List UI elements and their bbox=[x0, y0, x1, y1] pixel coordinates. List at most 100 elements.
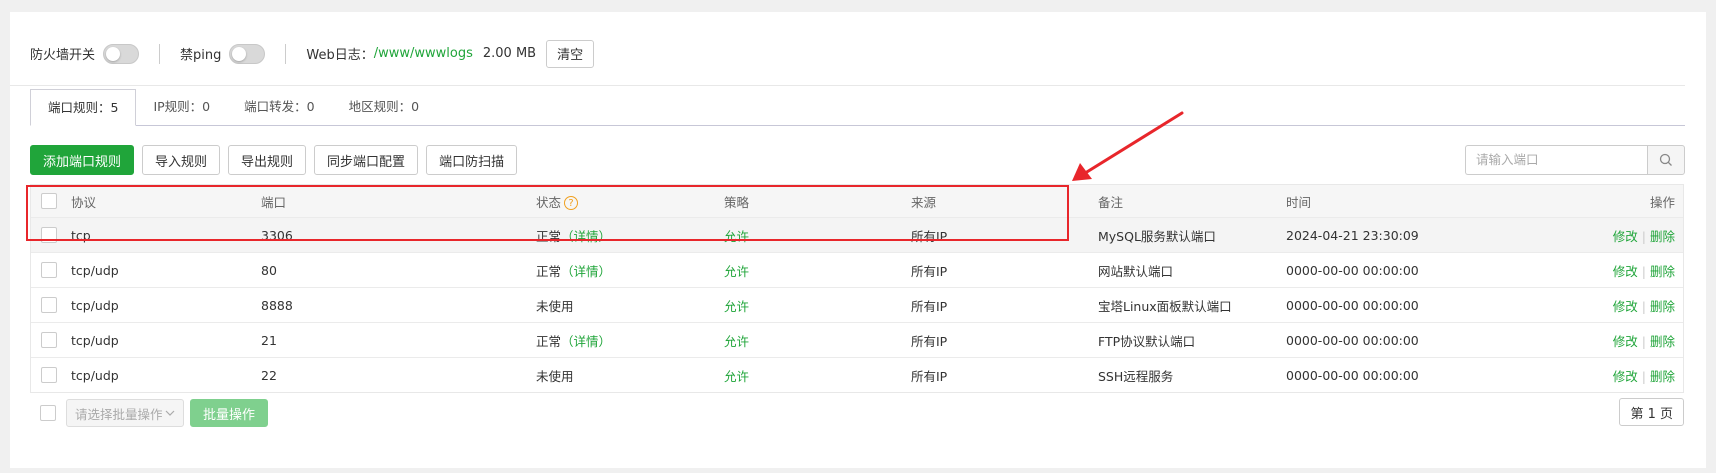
delete-link[interactable]: 删除 bbox=[1650, 264, 1675, 279]
edit-link[interactable]: 修改 bbox=[1613, 264, 1638, 279]
table-row: tcp/udp 80 正常（详情） 允许 所有IP 网站默认端口 0000-00… bbox=[31, 253, 1683, 288]
header-operation: 操作 bbox=[1649, 194, 1675, 210]
op-separator: | bbox=[1641, 263, 1646, 279]
row-protocol: tcp/udp bbox=[71, 332, 119, 348]
ping-toggle[interactable] bbox=[229, 43, 266, 64]
add-port-rule-button[interactable]: 添加端口规则 bbox=[30, 145, 135, 175]
row-checkbox[interactable] bbox=[41, 332, 57, 349]
batch-operation-button[interactable]: 批量操作 bbox=[190, 399, 269, 427]
edit-link[interactable]: 修改 bbox=[1613, 334, 1638, 349]
search-input[interactable]: 请输入端口 bbox=[1465, 145, 1647, 175]
clear-log-button[interactable]: 清空 bbox=[546, 39, 595, 68]
port-scan-protection-button[interactable]: 端口防扫描 bbox=[426, 145, 518, 175]
row-detail-link[interactable]: （详情） bbox=[561, 334, 611, 349]
sync-port-config-button[interactable]: 同步端口配置 bbox=[314, 145, 419, 175]
row-source: 所有IP bbox=[911, 333, 948, 349]
header-policy: 策略 bbox=[724, 194, 750, 210]
firewall-toolbar: 防火墙开关 禁ping Web日志： /www/wwwlogs 2.00 MB … bbox=[10, 32, 1685, 86]
row-status-text: 未使用 bbox=[536, 298, 574, 314]
row-protocol: tcp/udp bbox=[71, 262, 119, 278]
firewall-toggle[interactable] bbox=[103, 43, 140, 64]
header-source: 来源 bbox=[911, 194, 937, 210]
weblog-label: Web日志： bbox=[306, 48, 374, 63]
row-time: 0000-00-00 00:00:00 bbox=[1286, 262, 1419, 278]
row-checkbox[interactable] bbox=[41, 227, 57, 244]
select-all-checkbox[interactable] bbox=[41, 193, 57, 210]
row-remark: 网站默认端口 bbox=[1098, 263, 1174, 279]
row-status-text: 正常 bbox=[536, 228, 562, 244]
op-separator: | bbox=[1641, 368, 1646, 384]
row-remark: MySQL服务默认端口 bbox=[1098, 228, 1216, 244]
table-row: tcp 3306 正常（详情） 允许 所有IP MySQL服务默认端口 2024… bbox=[31, 218, 1683, 253]
row-status: 正常（详情） bbox=[536, 226, 724, 245]
batch-bar: 请选择批量操作 批量操作 第 1 页 bbox=[30, 398, 1684, 428]
row-operations: 修改 | 删除 bbox=[1486, 366, 1683, 385]
row-policy: 允许 bbox=[724, 298, 750, 314]
table-row: tcp/udp 8888 未使用 允许 所有IP 宝塔Linux面板默认端口 0… bbox=[31, 288, 1683, 323]
firewall-switch-group: 防火墙开关 bbox=[30, 43, 140, 64]
header-status-label: 状态 bbox=[536, 194, 562, 210]
edit-link[interactable]: 修改 bbox=[1613, 229, 1638, 244]
delete-link[interactable]: 删除 bbox=[1650, 334, 1675, 349]
row-remark: SSH远程服务 bbox=[1098, 368, 1174, 384]
row-source: 所有IP bbox=[911, 228, 948, 244]
row-detail-link[interactable]: （详情） bbox=[561, 264, 611, 279]
row-checkbox[interactable] bbox=[41, 367, 57, 384]
table-row: tcp/udp 22 未使用 允许 所有IP SSH远程服务 0000-00-0… bbox=[31, 358, 1683, 392]
import-rules-button[interactable]: 导入规则 bbox=[142, 145, 221, 175]
tab-ip-rules[interactable]: IP规则：0 bbox=[136, 89, 227, 125]
tab-region-rules[interactable]: 地区规则：0 bbox=[332, 89, 436, 125]
row-policy: 允许 bbox=[724, 368, 750, 384]
row-time: 2024-04-21 23:30:09 bbox=[1286, 227, 1419, 243]
row-status: 正常（详情） bbox=[536, 331, 724, 350]
batch-select-all-checkbox[interactable] bbox=[40, 405, 56, 421]
row-source: 所有IP bbox=[911, 298, 948, 314]
port-search: 请输入端口 bbox=[1465, 145, 1685, 175]
export-rules-button[interactable]: 导出规则 bbox=[228, 145, 307, 175]
tab-port-rules[interactable]: 端口规则：5 bbox=[30, 89, 137, 126]
table-row: tcp/udp 21 正常（详情） 允许 所有IP FTP协议默认端口 0000… bbox=[31, 323, 1683, 358]
header-protocol: 协议 bbox=[71, 194, 97, 210]
row-port: 80 bbox=[261, 262, 277, 278]
edit-link[interactable]: 修改 bbox=[1613, 369, 1638, 384]
search-button[interactable] bbox=[1647, 145, 1685, 175]
batch-select-placeholder: 请选择批量操作 bbox=[75, 406, 163, 422]
row-policy: 允许 bbox=[724, 263, 750, 279]
row-protocol: tcp bbox=[71, 227, 91, 243]
divider bbox=[285, 43, 287, 64]
row-status: 未使用 bbox=[536, 296, 724, 315]
row-remark: 宝塔Linux面板默认端口 bbox=[1098, 298, 1232, 314]
batch-operation-select[interactable]: 请选择批量操作 bbox=[66, 399, 184, 427]
ping-switch-group: 禁ping bbox=[180, 43, 266, 64]
op-separator: | bbox=[1641, 333, 1646, 349]
row-policy: 允许 bbox=[724, 228, 750, 244]
row-port: 21 bbox=[261, 332, 277, 348]
pagination-current-page[interactable]: 第 1 页 bbox=[1619, 398, 1684, 426]
op-separator: | bbox=[1641, 228, 1646, 244]
table-header: 协议 端口 状态? 策略 来源 备注 时间 操作 bbox=[31, 185, 1683, 218]
row-port: 3306 bbox=[261, 227, 293, 243]
edit-link[interactable]: 修改 bbox=[1613, 299, 1638, 314]
firewall-switch-label: 防火墙开关 bbox=[30, 48, 96, 63]
delete-link[interactable]: 删除 bbox=[1650, 299, 1675, 314]
delete-link[interactable]: 删除 bbox=[1650, 369, 1675, 384]
row-status: 未使用 bbox=[536, 366, 724, 385]
action-bar: 添加端口规则 导入规则 导出规则 同步端口配置 端口防扫描 bbox=[30, 145, 518, 175]
port-rules-table: 协议 端口 状态? 策略 来源 备注 时间 操作 tcp 3306 正常（详情）… bbox=[30, 184, 1684, 393]
row-checkbox[interactable] bbox=[41, 262, 57, 279]
row-status: 正常（详情） bbox=[536, 261, 724, 280]
row-operations: 修改 | 删除 bbox=[1486, 226, 1683, 245]
delete-link[interactable]: 删除 bbox=[1650, 229, 1675, 244]
row-checkbox[interactable] bbox=[41, 297, 57, 314]
help-icon[interactable]: ? bbox=[564, 196, 579, 210]
weblog-path-link[interactable]: /www/wwwlogs bbox=[374, 46, 473, 61]
tab-port-forward[interactable]: 端口转发：0 bbox=[227, 89, 331, 125]
header-remark: 备注 bbox=[1098, 194, 1124, 210]
row-source: 所有IP bbox=[911, 263, 948, 279]
row-time: 0000-00-00 00:00:00 bbox=[1286, 367, 1419, 383]
row-status-text: 正常 bbox=[536, 263, 562, 279]
header-port: 端口 bbox=[261, 194, 287, 210]
chevron-down-icon bbox=[165, 410, 175, 416]
row-policy: 允许 bbox=[724, 333, 750, 349]
row-detail-link[interactable]: （详情） bbox=[561, 229, 611, 244]
